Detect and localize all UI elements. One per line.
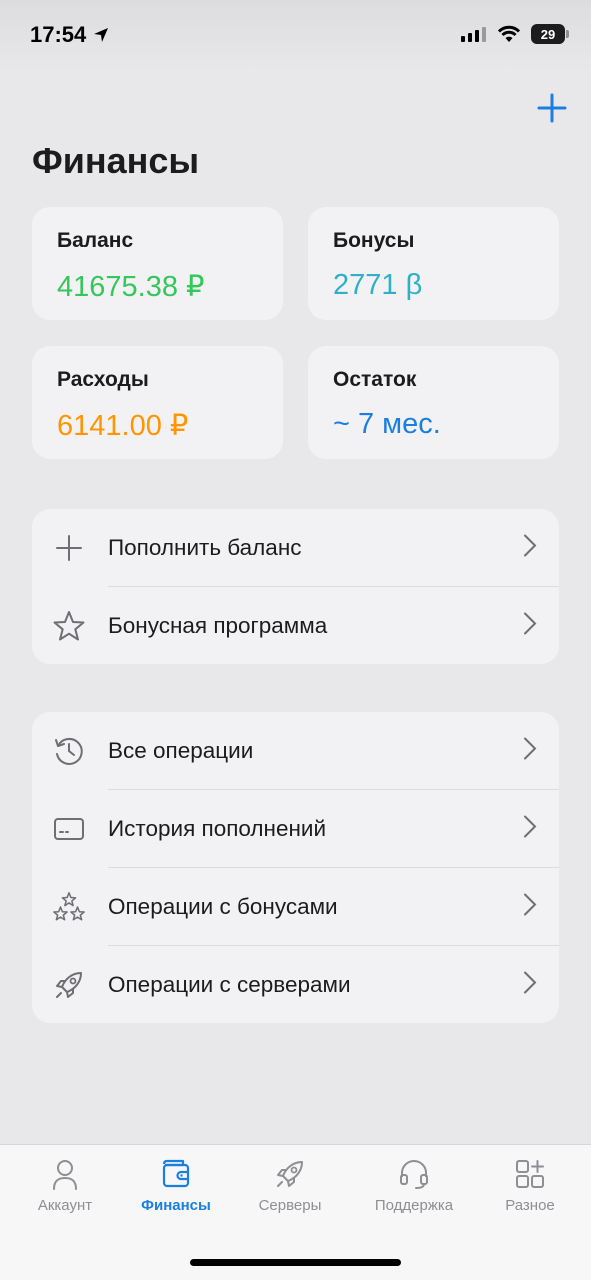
tab-servers[interactable]: Серверы bbox=[235, 1157, 345, 1214]
tab-account[interactable]: Аккаунт bbox=[10, 1157, 120, 1214]
all-operations-label: Все операции bbox=[108, 737, 254, 763]
stars-icon bbox=[52, 890, 86, 924]
top-up-balance-label: Пополнить баланс bbox=[108, 534, 302, 560]
headset-icon bbox=[400, 1160, 428, 1189]
tab-misc-label: Разное bbox=[505, 1197, 555, 1214]
balance-card: Баланс 41675.38 ₽ bbox=[32, 207, 283, 320]
chevron-right-icon bbox=[523, 892, 537, 921]
expenses-value: 6141.00 ₽ bbox=[57, 410, 189, 442]
expenses-label: Расходы bbox=[57, 368, 149, 391]
remaining-card: Остаток ~ 7 мес. bbox=[308, 346, 559, 459]
chevron-right-icon bbox=[523, 533, 537, 562]
tab-support-label: Поддержка bbox=[374, 1197, 454, 1214]
server-operations-label: Операции с серверами bbox=[108, 971, 351, 997]
tab-finances[interactable]: Финансы bbox=[121, 1157, 231, 1214]
bonus-program-label: Бонусная программа bbox=[108, 612, 328, 638]
status-bar: 17:54 29 bbox=[0, 0, 591, 70]
balance-value: 41675.38 ₽ bbox=[57, 271, 205, 303]
status-indicators: 29 bbox=[461, 24, 569, 44]
chevron-right-icon bbox=[523, 970, 537, 999]
chevron-right-icon bbox=[523, 611, 537, 640]
balance-label: Баланс bbox=[57, 229, 134, 252]
tab-servers-label: Серверы bbox=[258, 1197, 322, 1214]
card-icon bbox=[52, 812, 86, 846]
tab-support[interactable]: Поддержка bbox=[359, 1157, 469, 1214]
tab-finances-label: Финансы bbox=[141, 1197, 211, 1214]
chevron-right-icon bbox=[523, 814, 537, 843]
plus-icon bbox=[537, 93, 567, 123]
tab-misc[interactable]: Разное bbox=[475, 1157, 585, 1214]
bonus-program-row[interactable]: Бонусная программа bbox=[32, 587, 559, 664]
actions-group: Пополнить баланс Бонусная программа bbox=[32, 509, 559, 664]
all-operations-row[interactable]: Все операции bbox=[32, 712, 559, 789]
grid-plus-icon bbox=[516, 1160, 544, 1188]
battery-level: 29 bbox=[540, 26, 556, 42]
server-operations-row[interactable]: Операции с серверами bbox=[32, 946, 559, 1023]
history-icon bbox=[52, 734, 86, 768]
bonus-operations-row[interactable]: Операции с бонусами bbox=[32, 868, 559, 945]
chevron-right-icon bbox=[523, 736, 537, 765]
expenses-card: Расходы 6141.00 ₽ bbox=[32, 346, 283, 459]
battery-icon: 29 bbox=[531, 24, 569, 44]
star-icon bbox=[52, 609, 86, 643]
top-up-balance-row[interactable]: Пополнить баланс bbox=[32, 509, 559, 586]
page-title: Финансы bbox=[32, 140, 200, 181]
add-button[interactable] bbox=[532, 88, 572, 128]
clock: 17:54 bbox=[30, 22, 87, 47]
wallet-icon bbox=[162, 1159, 190, 1188]
plus-icon bbox=[52, 531, 86, 565]
remaining-value: ~ 7 мес. bbox=[333, 408, 441, 440]
status-time: 17:54 bbox=[30, 22, 110, 48]
bonus-operations-label: Операции с бонусами bbox=[108, 893, 338, 919]
person-icon bbox=[53, 1160, 77, 1190]
tab-account-label: Аккаунт bbox=[37, 1197, 93, 1214]
cellular-signal-icon bbox=[461, 27, 486, 42]
location-arrow-icon bbox=[94, 28, 109, 42]
wifi-icon bbox=[497, 25, 521, 42]
rocket-icon bbox=[277, 1161, 303, 1187]
bonuses-label: Бонусы bbox=[333, 229, 415, 252]
top-up-history-label: История пополнений bbox=[108, 815, 327, 841]
top-up-history-row[interactable]: История пополнений bbox=[32, 790, 559, 867]
operations-group: Все операции История пополнений Операции… bbox=[32, 712, 559, 1023]
remaining-label: Остаток bbox=[333, 368, 417, 391]
rocket-icon bbox=[52, 968, 86, 1002]
home-indicator bbox=[190, 1259, 401, 1266]
bonuses-card: Бонусы 2771 β bbox=[308, 207, 559, 320]
bonuses-value: 2771 β bbox=[333, 269, 423, 301]
